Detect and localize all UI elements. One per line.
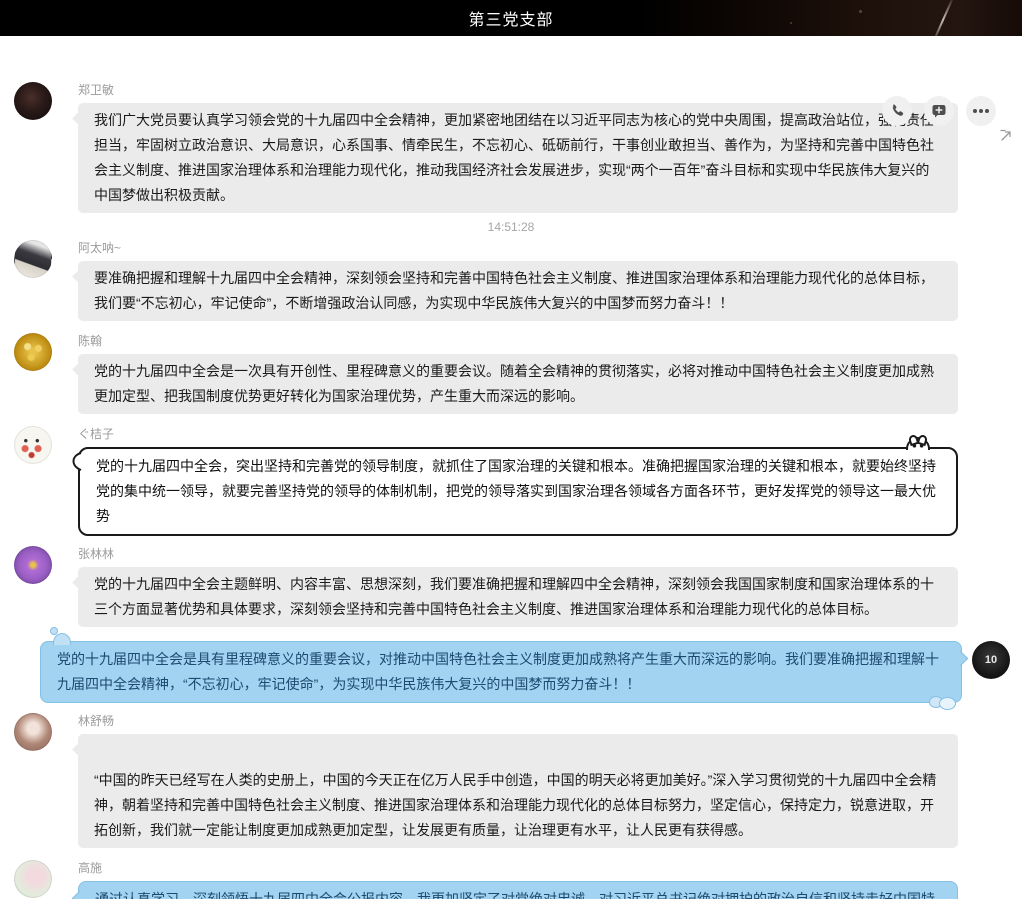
message-bubble[interactable]: 党的十九届四中全会，突出坚持和完善党的领导制度，就抓住了国家治理的关键和根本。准… (78, 447, 958, 536)
avatar-dark-photo[interactable] (14, 82, 52, 120)
avatar-purple-flower[interactable] (14, 546, 52, 584)
message-row: 郑卫敏我们广大党员要认真学习领会党的十九届四中全会精神，更加紧密地团结在以习近平… (0, 82, 1022, 213)
author-name: 林舒畅 (78, 713, 958, 729)
author-name: 郑卫敏 (78, 82, 958, 98)
message-plus-icon (931, 103, 947, 119)
bubble-cloud-decoration (53, 633, 71, 645)
avatar-anime-girl[interactable] (14, 713, 52, 751)
message-row: 陈翰党的十九届四中全会是一次具有开创性、里程碑意义的重要会议。随着全会精神的贯彻… (0, 333, 1022, 414)
message-bubble[interactable]: 党的十九届四中全会是具有里程碑意义的重要会议，对推动中国特色社会主义制度更加成熟… (40, 641, 962, 703)
author-name: 陈翰 (78, 333, 958, 349)
avatar-pale-blossom[interactable] (14, 860, 52, 898)
avatar-meme-face[interactable] (14, 426, 52, 464)
message-bubble[interactable]: 党的十九届四中全会主题鲜明、内容丰富、思想深刻，我们要准确把握和理解四中全会精神… (78, 567, 958, 627)
message-bubble[interactable]: 党的十九届四中全会是一次具有开创性、里程碑意义的重要会议。随着全会精神的贯彻落实… (78, 354, 958, 414)
message-bubble[interactable]: “中国的昨天已经写在人类的史册上，中国的今天正在亿万人民手中创造，中国的明天必将… (78, 734, 958, 848)
sketch-bubble-tail (68, 451, 82, 481)
header-speck (790, 22, 792, 24)
window-titlebar: 第三党支部 (0, 0, 1022, 36)
author-name: 阿太呐~ (78, 240, 958, 256)
header-speck (859, 10, 862, 13)
message-row: 10 党的十九届四中全会是具有里程碑意义的重要会议，对推动中国特色社会主义制度更加… (0, 641, 1022, 703)
message-row: 高施通过认真学习、深刻领悟十九届四中全会公报内容，我更加坚定了对党绝对忠诚、对习… (0, 860, 1022, 899)
author-name: 高施 (78, 860, 958, 876)
avatar-gray-portrait[interactable] (14, 240, 52, 278)
avatar-jersey-10[interactable]: 10 (972, 641, 1010, 679)
new-chat-button[interactable] (924, 96, 954, 126)
more-button[interactable] (966, 96, 996, 126)
header-comet-streak (932, 0, 955, 36)
message-list: 郑卫敏我们广大党员要认真学习领会党的十九届四中全会精神，更加紧密地团结在以习近平… (0, 82, 1022, 899)
bubble-cloud-decoration (929, 698, 955, 710)
phone-icon (889, 103, 905, 119)
avatar-gold-flower[interactable] (14, 333, 52, 371)
voice-call-button[interactable] (882, 96, 912, 126)
message-row: 阿太呐~ 要准确把握和理解十九届四中全会精神，深刻领会坚持和完善中国特色社会主义制… (0, 240, 1022, 321)
author-name: 张林林 (78, 546, 958, 562)
message-bubble[interactable]: 通过认真学习、深刻领悟十九届四中全会公报内容，我更加坚定了对党绝对忠诚、对习近平… (78, 881, 958, 899)
chat-area: 郑卫敏我们广大党员要认真学习领会党的十九届四中全会精神，更加紧密地团结在以习近平… (0, 82, 1022, 899)
message-row: 张林林党的十九届四中全会主题鲜明、内容丰富、思想深刻，我们要准确把握和理解四中全… (0, 546, 1022, 627)
message-bubble[interactable]: 要准确把握和理解十九届四中全会精神，深刻领会坚持和完善中国特色社会主义制度、推进… (78, 261, 958, 321)
message-row: 林舒畅 “中国的昨天已经写在人类的史册上，中国的今天正在亿万人民手中创造，中国的明… (0, 713, 1022, 848)
scroll-to-top-arrow-icon[interactable] (998, 128, 1014, 144)
message-row: ぐ桔子党的十九届四中全会，突出坚持和完善党的领导制度，就抓住了国家治理的关键和根… (0, 426, 1022, 536)
chat-toolbar (882, 96, 996, 126)
author-name: ぐ桔子 (78, 426, 958, 442)
page-title: 第三党支部 (468, 6, 553, 30)
ellipsis-icon (972, 108, 990, 114)
timestamp: 14:51:28 (0, 219, 1022, 236)
message-bubble[interactable]: 我们广大党员要认真学习领会党的十九届四中全会精神，更加紧密地团结在以习近平同志为… (78, 103, 958, 213)
